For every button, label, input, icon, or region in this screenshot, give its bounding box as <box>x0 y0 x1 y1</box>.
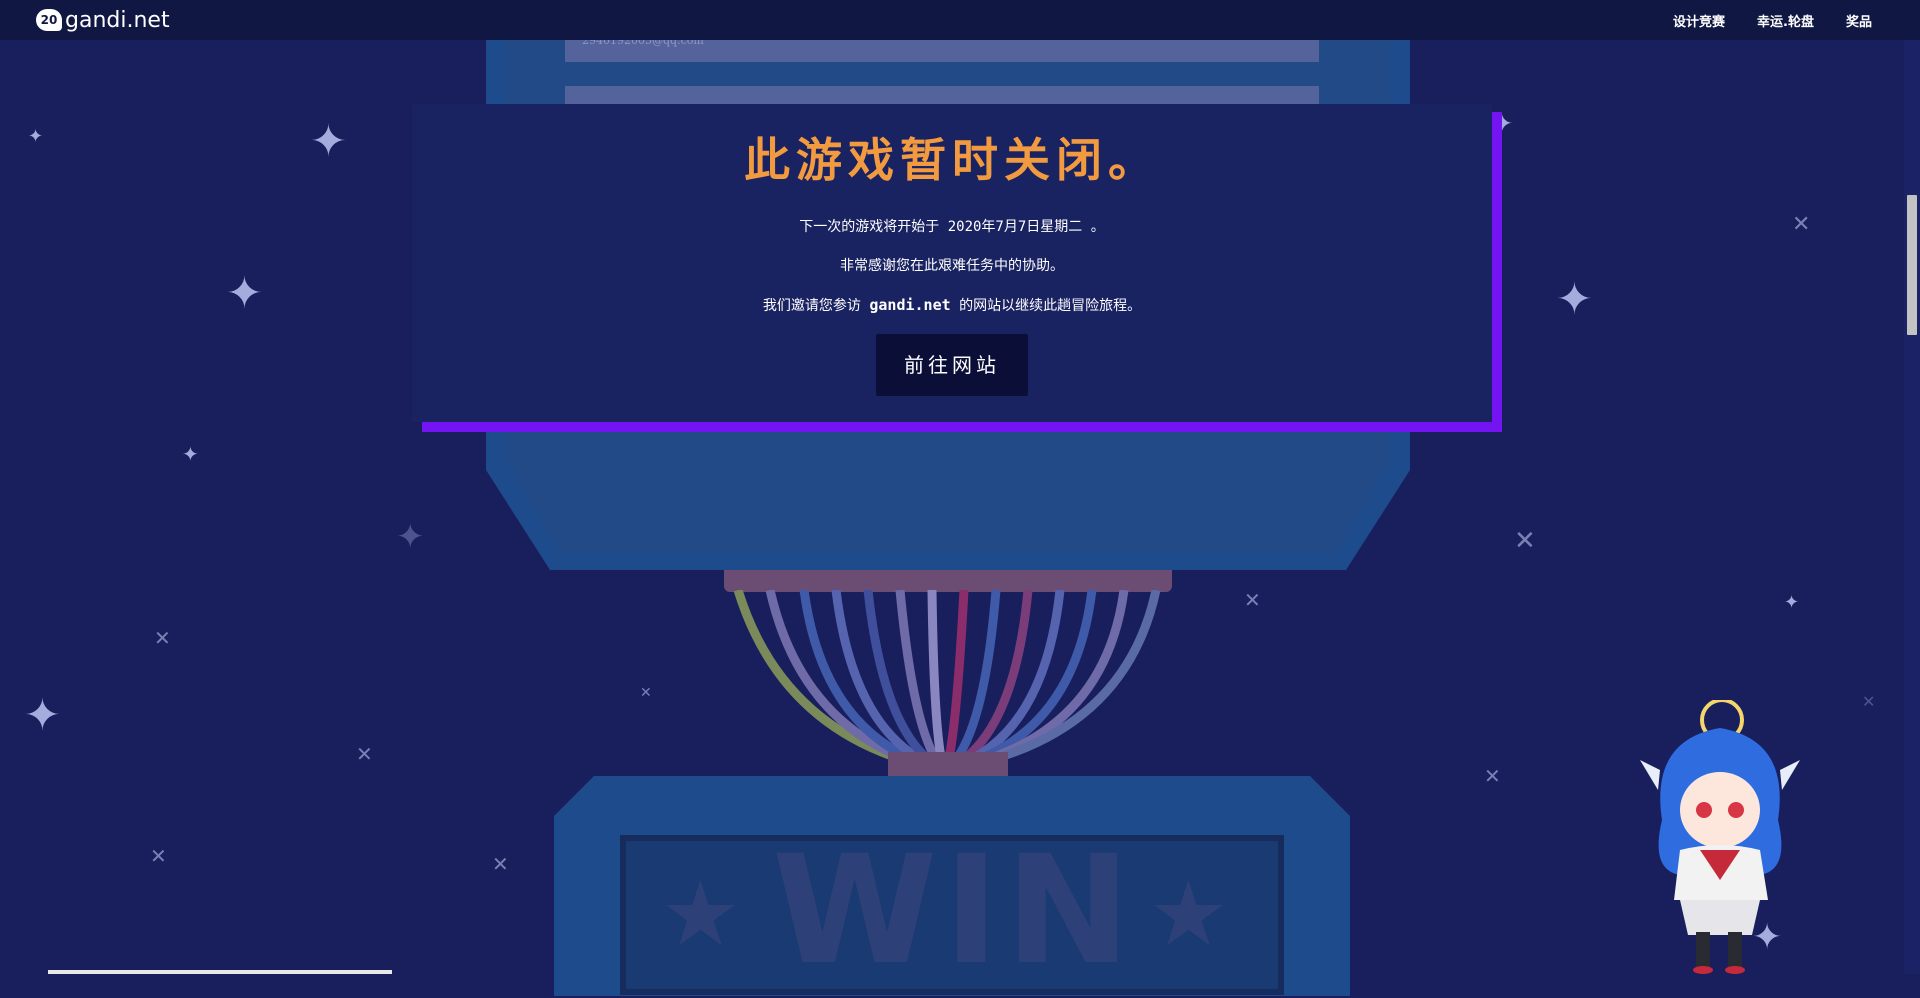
machine-collar <box>724 570 1172 592</box>
sparkle-x-icon: ✕ <box>150 844 167 868</box>
second-field[interactable] <box>565 86 1319 106</box>
dialog-title: 此游戏暂时关闭。 <box>744 133 1160 187</box>
sparkle-x-icon: ✕ <box>1862 692 1876 711</box>
sparkle-x-icon: ✕ <box>1792 212 1811 237</box>
win-text: WIN <box>772 824 1137 998</box>
star-icon: ✦ <box>396 517 425 557</box>
next-game-date-text: 下一次的游戏将开始于 2020年7月7日星期二 。 <box>799 219 1105 235</box>
star-icon: ✦ <box>1784 592 1800 613</box>
site-name: gandi.net <box>869 296 951 314</box>
logo-badge-icon: 20 <box>36 9 62 31</box>
thanks-text: 非常感谢您在此艰难任务中的协助。 <box>840 258 1064 274</box>
nav-lucky-wheel[interactable]: 幸运.轮盘 <box>1757 11 1814 30</box>
nav-design-contest[interactable]: 设计竞赛 <box>1673 11 1725 30</box>
star-icon: ★ <box>1148 862 1229 967</box>
sparkle-x-icon: ✕ <box>1514 526 1536 556</box>
invite-text-before: 我们邀请您参访 <box>762 298 861 314</box>
sparkle-x-icon: ✕ <box>492 852 509 876</box>
sparkle-x-icon: ✕ <box>1484 764 1501 788</box>
star-icon: ✦ <box>24 690 61 741</box>
sparkle-x-icon: ✕ <box>1244 588 1261 612</box>
go-to-website-button[interactable]: 前往网站 <box>876 334 1028 396</box>
machine-wires <box>733 590 1161 770</box>
logo-text: gandi.net <box>65 7 170 33</box>
page-scrollbar[interactable] <box>1904 40 1920 974</box>
star-icon: ✦ <box>28 126 44 147</box>
top-navbar: 20 gandi.net 设计竞赛 幸运.轮盘 奖品 <box>0 0 1920 40</box>
invite-text-after: 的网站以继续此趟冒险旅程。 <box>959 298 1142 314</box>
star-icon: ✦ <box>310 116 347 167</box>
sparkle-x-icon: ✕ <box>640 685 652 701</box>
top-nav: 设计竞赛 幸运.轮盘 奖品 <box>1673 11 1884 30</box>
mascot-character <box>1640 700 1800 974</box>
star-icon: ✦ <box>1556 274 1593 325</box>
loading-bar <box>48 970 392 974</box>
star-icon: ★ <box>660 862 741 967</box>
site-logo[interactable]: 20 gandi.net <box>36 8 170 33</box>
scrollbar-thumb[interactable] <box>1907 195 1917 335</box>
sparkle-x-icon: ✕ <box>356 742 373 766</box>
nav-prizes[interactable]: 奖品 <box>1846 11 1872 30</box>
star-icon: ✦ <box>226 268 263 319</box>
star-icon: ✦ <box>182 442 199 466</box>
invite-text: 我们邀请您参访 gandi.net 的网站以继续此趟冒险旅程。 <box>412 294 1492 317</box>
closed-game-dialog: 此游戏暂时关闭。 下一次的游戏将开始于 2020年7月7日星期二 。 非常感谢您… <box>412 104 1492 422</box>
sparkle-x-icon: ✕ <box>154 626 171 650</box>
